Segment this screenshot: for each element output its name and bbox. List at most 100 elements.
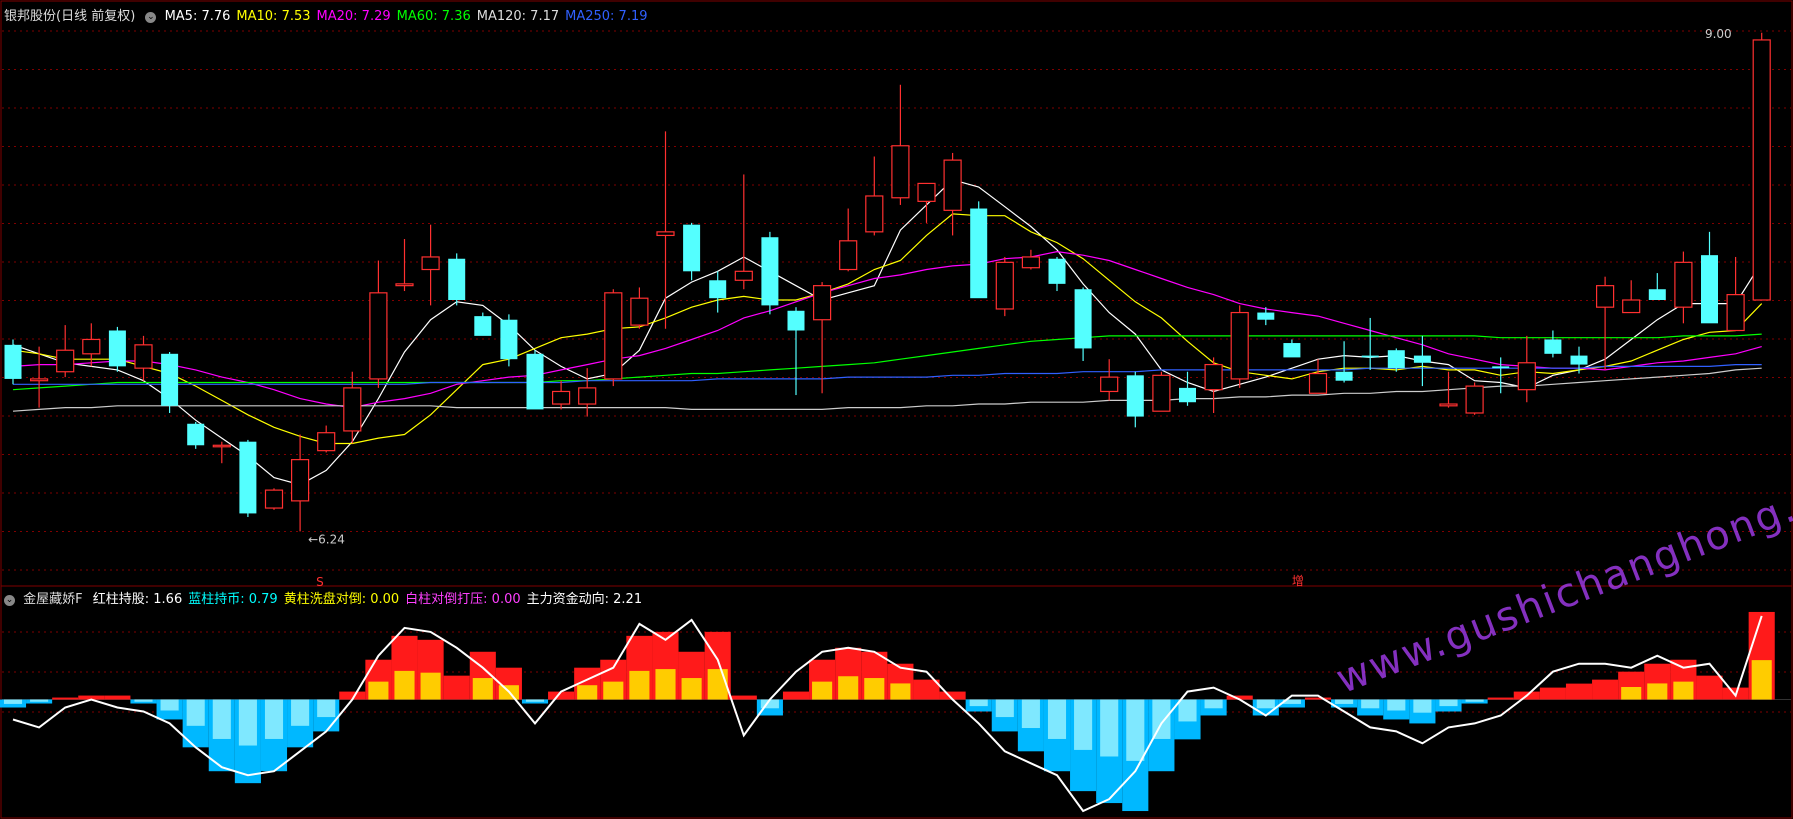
indicator-legend: ⌄ 金屋藏娇F 红柱持股: 1.66 蓝柱持币: 0.79 黄柱洗盘对倒: 0.00… [4,588,654,607]
candlestick-series [4,32,1771,532]
indicator-bar-yellow [655,669,676,700]
candle-body-up [995,261,1014,310]
candle-body-up [1517,362,1536,391]
candle-body-up [317,432,336,452]
indicator-bar-cyan [1021,699,1040,729]
indicator-bar-cyan [1178,699,1197,722]
indicator-bar-cyan [995,699,1014,718]
candle-body-up [1726,294,1745,332]
candle-body-down [709,280,727,299]
indicator-legend-item: 红柱持股: 1.66 [92,592,183,607]
main-chart-legend: 银邦股份(日线 前复权) ⌄ MA5: 7.76 MA10: 7.53 MA20: … [4,5,660,24]
indicator-bar-yellow [1751,660,1772,700]
candle-body-down [500,319,518,360]
indicator-bar-yellow [577,685,598,700]
indicator-bar-yellow [1647,683,1668,700]
candle-body-down [1361,355,1379,358]
indicator-bar-yellow [420,672,441,700]
candle-body-up [30,378,49,382]
indicator-bar-yellow [838,676,859,700]
indicator-bar-cyan [212,699,231,739]
ma60-line [12,333,1762,391]
indicator-bar-yellow [864,678,885,700]
candle-body-down [970,208,988,299]
candle-body-up [1622,299,1641,314]
indicator-bar-cyan [186,699,205,726]
indicator-bar-yellow [1673,681,1694,700]
candle-body-down [1048,258,1066,284]
indicator-bar-cyan [1074,699,1093,750]
indicator-bar-red [730,695,757,700]
candle-body-down [187,423,205,446]
indicator-bar-cyan [160,699,179,711]
indicator-bar-cyan [3,699,23,704]
candle-body-down [526,353,544,410]
indicator-bar-cyan [317,699,336,718]
settings-circle-icon[interactable]: ⌄ [145,12,157,23]
candle-body-down [1701,255,1718,324]
moving-average-lines [12,179,1763,486]
chart-annotations: 9.00 ←6.24 S 增 [308,27,1732,589]
indicator-bar-red [1592,679,1619,700]
indicator-bar-red [104,695,131,700]
ma-legend-item: MA60: 7.36 [396,9,471,24]
candle-body-down [761,237,779,306]
indicator-bar-red [443,675,470,700]
indicator-bar-yellow [394,670,415,700]
settings-circle-icon[interactable]: ⌄ [4,595,15,606]
indicator-bar-cyan [1204,699,1223,709]
indicator-bar-cyan [1413,699,1432,713]
indicator-bar-red [1696,675,1723,700]
stock-chart: 9.00 ←6.24 S 增 [0,0,1793,819]
candle-body-up [656,231,675,237]
indicator-title: 金屋藏娇F [23,592,83,607]
ma-legend-item: MA5: 7.76 [164,9,231,24]
candle-body-up [839,240,858,271]
indicator-bar-cyan [1256,699,1275,709]
indicator-bar-yellow [1621,687,1642,700]
candle-body-down [4,344,22,379]
indicator-bar-yellow [603,681,624,700]
indicator-bar-cyan [969,699,988,707]
candle-body-down [683,224,701,272]
indicator-bar-yellow [629,670,650,700]
indicator-legend-item: 蓝柱持币: 0.79 [188,592,278,607]
candle-body-up [1204,363,1223,391]
indicator-bar-cyan [1126,699,1145,761]
candle-body-up [421,256,440,271]
candle-body-down [1544,339,1562,354]
candle-body-up [551,390,571,405]
indicator-bar-cyan [525,699,545,702]
candle-body-up [578,387,597,405]
candle-body-down [1074,289,1092,349]
candle-body-up [604,292,623,380]
ma-legend-item: MA20: 7.29 [316,9,391,24]
indicator-bar-red [1304,697,1332,700]
candle-body-down [239,441,257,514]
candle-body-down [1179,387,1196,403]
indicator-bar-cyan [1361,699,1380,709]
indicator-bar-cyan [1047,699,1067,739]
candle-body-down [1335,371,1353,381]
ma-legend-item: MA10: 7.53 [236,9,311,24]
candle-body-down [448,258,466,300]
candle-body-up [1152,374,1171,412]
candle-body-up [1752,39,1771,301]
candle-body-down [161,353,179,406]
candle-body-down [1257,312,1275,320]
candle-body-up [134,344,153,369]
indicator-bar-yellow [681,678,702,700]
indicator-legend-item: 主力资金动向: 2.21 [526,592,643,607]
indicator-legend-item: 黄柱洗盘对倒: 0.00 [283,592,400,607]
candle-body-up [1465,385,1484,414]
candle-body-up [291,459,310,502]
indicator-bar-red [1539,687,1566,700]
candle-body-up [369,292,388,380]
candle-body-up [264,489,284,509]
ma-legend-item: MA120: 7.17 [476,9,560,24]
indicator-bar-cyan [1387,699,1406,711]
candle-body-down [474,316,492,336]
indicator-bar-cyan [264,699,284,739]
indicator-bar-cyan [238,699,257,746]
low-price-label: ←6.24 [308,532,345,546]
